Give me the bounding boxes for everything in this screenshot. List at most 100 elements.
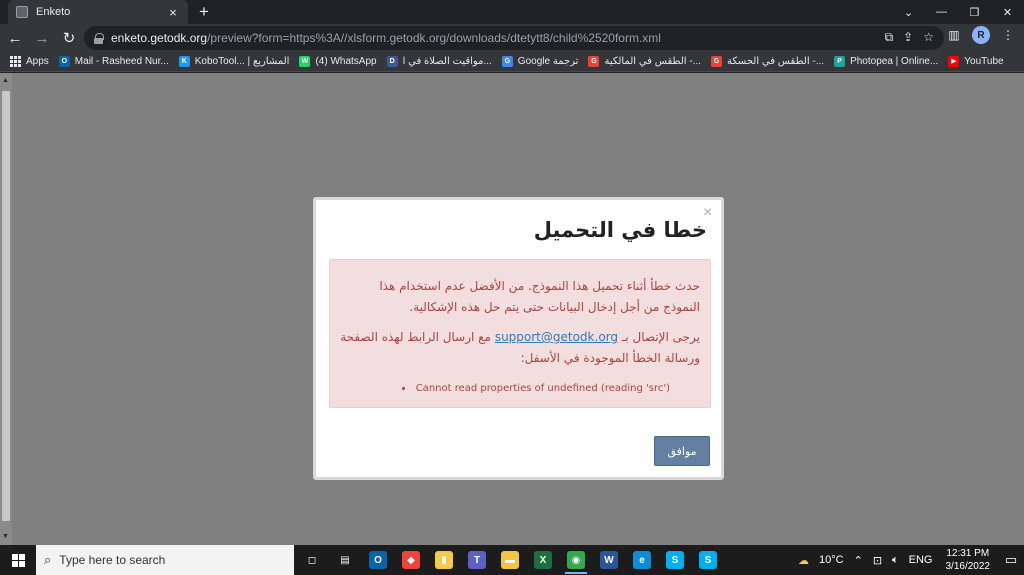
bookmark-2[interactable]: K KoboTool... | المشاريع [178,56,290,67]
page-viewport: ▲ ▼ × خطا في التحميل حدث خطأ أثناء تحميل… [0,73,1024,545]
weather-icon[interactable]: ☁ [793,554,814,567]
reload-icon[interactable]: ↻ [57,26,81,50]
bookmark-star-icon[interactable]: ☆ [923,30,934,45]
bookmark-3[interactable]: W (4) WhatsApp [299,56,377,67]
apps-grid-icon [10,56,21,67]
bookmark-label: Mail - Rasheed Nur... [74,56,169,67]
error-list-item: Cannot read properties of undefined (rea… [340,378,670,399]
toolbar-right: ▥ R ⋮ [944,26,1018,44]
error-alert: حدث خطأ أثناء تحميل هذا النموذج. من الأف… [329,259,711,408]
error-dialog: × خطا في التحميل حدث خطأ أثناء تحميل هذا… [313,197,724,480]
taskbar-app-skype[interactable]: S [661,546,689,574]
bookmark-label: KoboTool... | المشاريع [194,56,290,67]
taskbar-app-outlook[interactable]: O [364,546,392,574]
tab-title: Enketo [36,6,71,18]
outlook-icon: O [369,551,387,569]
scroll-down-icon[interactable]: ▼ [2,533,9,540]
bookmark-1[interactable]: O Mail - Rasheed Nur... [58,56,169,67]
windows-taskbar: ⌕ Type here to search ◻ ▤ O ◆ ▮ T ▬ X ◉ We S S ☁ 10… [0,545,1024,575]
vertical-scrollbar[interactable]: ▲ ▼ [0,73,12,545]
volume-icon[interactable]: 🔈︎ [887,554,904,567]
dialog-title: خطا في التحميل [533,218,707,242]
start-button[interactable] [0,545,36,575]
new-tab-button[interactable]: + [194,2,214,22]
edge-icon: e [633,551,651,569]
bookmark-label: Photopea | Online... [850,56,939,67]
youtube-icon: ▶ [948,56,960,67]
taskbar-app-edge[interactable]: e [628,546,656,574]
chrome-icon: ◉ [567,551,585,569]
taskbar-app-anydesk[interactable]: ◆ [397,546,425,574]
share-icon[interactable]: ⇪ [903,30,913,45]
taskbar-app-file-explorer[interactable]: ▬ [496,546,524,574]
bookmark-label: Apps [26,56,49,67]
enketo-favicon-icon [16,6,28,18]
taskbar-search-box[interactable]: ⌕ Type here to search [36,545,294,575]
google-translate-icon: G [501,56,513,67]
taskbar-app-widgets[interactable]: ▤ [331,546,359,574]
language-indicator[interactable]: ENG [904,554,938,566]
address-bar[interactable]: enketo.getodk.org /preview?form=https%3A… [84,26,944,50]
weather-temp[interactable]: 10°C [814,554,849,566]
back-arrow-icon[interactable]: ← [3,26,27,50]
scrollbar-thumb[interactable] [2,91,10,521]
bookmark-9[interactable]: ▶ YouTube [948,56,1004,67]
side-panel-icon[interactable]: ▥ [944,28,964,42]
search-placeholder: Type here to search [59,553,166,567]
menu-kebab-icon[interactable]: ⋮ [998,28,1018,42]
bookmark-6[interactable]: G الطقس في المالكية -... [588,56,701,67]
teams-icon: T [468,551,486,569]
tab-search-icon[interactable]: ⌄ [892,0,925,24]
support-email-link[interactable]: support@getodk.org [495,330,618,344]
bookmark-8[interactable]: P Photopea | Online... [834,56,938,67]
taskbar-app-skype-2[interactable]: S [694,546,722,574]
contact-prefix: يرجى الإتصال بـ [621,330,700,344]
scroll-up-icon[interactable]: ▲ [2,77,9,84]
prayer-times-icon: D [386,56,398,67]
window-controls: ⌄ — ❐ ✕ [892,0,1024,24]
error-message: حدث خطأ أثناء تحميل هذا النموذج. من الأف… [379,279,700,314]
system-tray: ☁ 10°C ⌃ ⊡ 🔈︎ ENG 12:31 PM 3/16/2022 ▭ [793,545,1024,575]
bookmark-5[interactable]: G Google ترجمة [501,56,578,67]
notifications-icon[interactable]: ▭ [998,545,1024,575]
network-icon[interactable]: ⊡ [868,554,887,567]
omnibox-icons: ⧉ ⇪ ☆ [885,30,934,45]
bookmark-label: (4) WhatsApp [315,56,377,67]
browser-tab[interactable]: Enketo × [8,0,188,24]
tab-close-icon[interactable]: × [166,5,180,20]
taskbar-app-excel[interactable]: X [529,546,557,574]
kobo-icon: K [178,56,190,67]
widgets-icon: ▤ [336,551,354,569]
translate-icon[interactable]: ⧉ [885,30,894,45]
show-hidden-icons[interactable]: ⌃ [849,554,868,567]
clock[interactable]: 12:31 PM 3/16/2022 [938,547,999,573]
bookmark-0[interactable]: Apps [10,56,49,67]
bookmark-label: YouTube [964,56,1004,67]
lock-icon[interactable] [94,33,104,44]
bookmark-4[interactable]: D مواقيت الصلاة في ا... [386,56,492,67]
excel-icon: X [534,551,552,569]
outlook-icon: O [58,56,70,67]
taskbar-app-teams[interactable]: T [463,546,491,574]
whatsapp-icon: W [299,56,311,67]
window-close-icon[interactable]: ✕ [991,0,1024,24]
bookmark-label: الطقس في المالكية -... [604,56,702,67]
taskbar-app-sticky-notes[interactable]: ▮ [430,546,458,574]
contact-message: يرجى الإتصال بـ support@getodk.org مع ار… [340,327,700,369]
bookmark-label: مواقيت الصلاة في ا... [402,56,492,67]
skype-2-icon: S [699,551,717,569]
forward-arrow-icon[interactable]: → [30,26,54,50]
minimize-icon[interactable]: — [925,0,958,24]
sticky-notes-icon: ▮ [435,551,453,569]
ok-button[interactable]: موافق [654,436,710,466]
clock-time: 12:31 PM [946,548,990,559]
profile-avatar[interactable]: R [972,26,990,44]
anydesk-icon: ◆ [402,551,420,569]
bookmark-7[interactable]: G الطقس في الحسكة -... [711,56,824,67]
taskbar-app-word[interactable]: W [595,546,623,574]
restore-icon[interactable]: ❐ [958,0,991,24]
taskbar-app-task-view[interactable]: ◻ [298,546,326,574]
file-explorer-icon: ▬ [501,551,519,569]
browser-toolbar: ← → ↻ enketo.getodk.org /preview?form=ht… [0,24,1024,52]
taskbar-app-chrome[interactable]: ◉ [562,546,590,574]
